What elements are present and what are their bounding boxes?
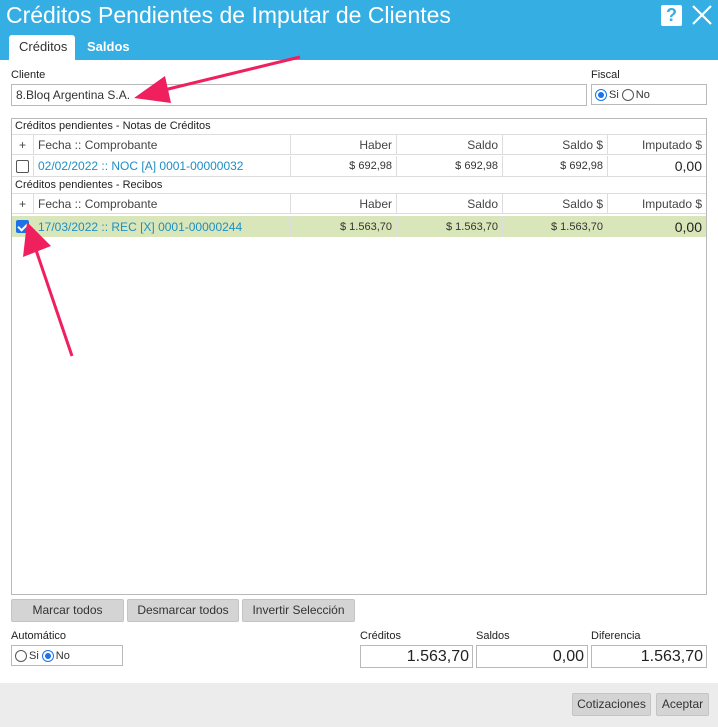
comprobante-cell[interactable]: 17/03/2022 :: REC [X] 0001-00000244	[34, 216, 291, 237]
invertir-seleccion-button[interactable]: Invertir Selección	[242, 599, 355, 622]
diferencia-value: 1.563,70	[591, 645, 707, 668]
radio-checked-icon[interactable]	[595, 88, 607, 101]
saldos-total-label: Saldos	[476, 630, 510, 642]
recibos-title: Créditos pendientes - Recibos	[15, 179, 163, 191]
table-row[interactable]: 02/02/2022 :: NOC [A] 0001-00000032 $ 69…	[12, 156, 706, 177]
col-add[interactable]: +	[12, 135, 34, 154]
tab-saldos[interactable]: Saldos	[77, 35, 140, 60]
saldo-pesos-cell: $ 1.563,70	[503, 216, 608, 237]
automatico-radio-group: Si No	[11, 645, 123, 666]
col-saldo-pesos[interactable]: Saldo $	[503, 194, 608, 213]
creditos-total-value: 1.563,70	[360, 645, 473, 668]
saldo-cell: $ 692,98	[397, 156, 503, 176]
cliente-input[interactable]: 8.Bloq Argentina S.A.	[11, 84, 587, 106]
recibos-header: + Fecha :: Comprobante Haber Saldo Saldo…	[12, 193, 706, 214]
desmarcar-todos-button[interactable]: Desmarcar todos	[127, 599, 239, 622]
haber-cell: $ 1.563,70	[291, 216, 397, 237]
cliente-label: Cliente	[11, 69, 46, 81]
window-title: Créditos Pendientes de Imputar de Client…	[6, 2, 451, 28]
col-imputado[interactable]: Imputado $	[608, 135, 706, 154]
cotizaciones-button[interactable]: Cotizaciones	[572, 693, 651, 716]
notas-credito-title: Créditos pendientes - Notas de Créditos	[15, 120, 211, 132]
col-imputado[interactable]: Imputado $	[608, 194, 706, 213]
tab-creditos[interactable]: Créditos	[9, 35, 75, 60]
table-row-selected[interactable]: 17/03/2022 :: REC [X] 0001-00000244 $ 1.…	[12, 216, 706, 237]
creditos-total-label: Créditos	[360, 630, 401, 642]
col-comprobante[interactable]: Fecha :: Comprobante	[34, 135, 291, 154]
diferencia-label: Diferencia	[591, 630, 641, 642]
radio-unchecked-icon[interactable]	[621, 88, 634, 101]
col-saldo[interactable]: Saldo	[397, 194, 503, 213]
haber-cell: $ 692,98	[291, 156, 397, 176]
radio-checked-icon[interactable]	[41, 649, 54, 662]
marcar-todos-button[interactable]: Marcar todos	[11, 599, 124, 622]
imputado-cell[interactable]: 0,00	[608, 216, 706, 237]
fiscal-radio-group: Si No	[591, 84, 707, 105]
saldo-pesos-cell: $ 692,98	[503, 156, 608, 176]
fiscal-option-si[interactable]: Si	[595, 88, 619, 101]
col-saldo[interactable]: Saldo	[397, 135, 503, 154]
saldos-total-value: 0,00	[476, 645, 588, 668]
help-icon[interactable]: ?	[661, 5, 682, 26]
automatico-label: Automático	[11, 630, 67, 642]
creditos-panel: Créditos pendientes - Notas de Créditos …	[11, 118, 707, 595]
notas-credito-header: + Fecha :: Comprobante Haber Saldo Saldo…	[12, 134, 706, 155]
fiscal-no-label: No	[635, 88, 650, 101]
saldo-cell: $ 1.563,70	[397, 216, 503, 237]
fiscal-label: Fiscal	[591, 69, 620, 81]
col-saldo-pesos[interactable]: Saldo $	[503, 135, 608, 154]
close-icon[interactable]	[690, 3, 714, 27]
col-comprobante[interactable]: Fecha :: Comprobante	[34, 194, 291, 213]
col-haber[interactable]: Haber	[291, 194, 397, 213]
automatico-si-label: Si	[29, 649, 39, 662]
fiscal-option-no[interactable]: No	[621, 88, 650, 101]
fiscal-si-label: Si	[609, 88, 619, 101]
row-checkbox[interactable]	[16, 159, 29, 173]
col-haber[interactable]: Haber	[291, 135, 397, 154]
radio-unchecked-icon[interactable]	[15, 649, 27, 662]
imputado-cell[interactable]: 0,00	[608, 156, 706, 176]
row-checkbox-checked[interactable]	[16, 220, 29, 233]
automatico-no-label: No	[55, 649, 70, 662]
automatico-option-si[interactable]: Si	[15, 649, 39, 662]
aceptar-button[interactable]: Aceptar	[656, 693, 709, 716]
comprobante-cell[interactable]: 02/02/2022 :: NOC [A] 0001-00000032	[34, 156, 291, 176]
col-add[interactable]: +	[12, 194, 34, 213]
automatico-option-no[interactable]: No	[41, 649, 70, 662]
